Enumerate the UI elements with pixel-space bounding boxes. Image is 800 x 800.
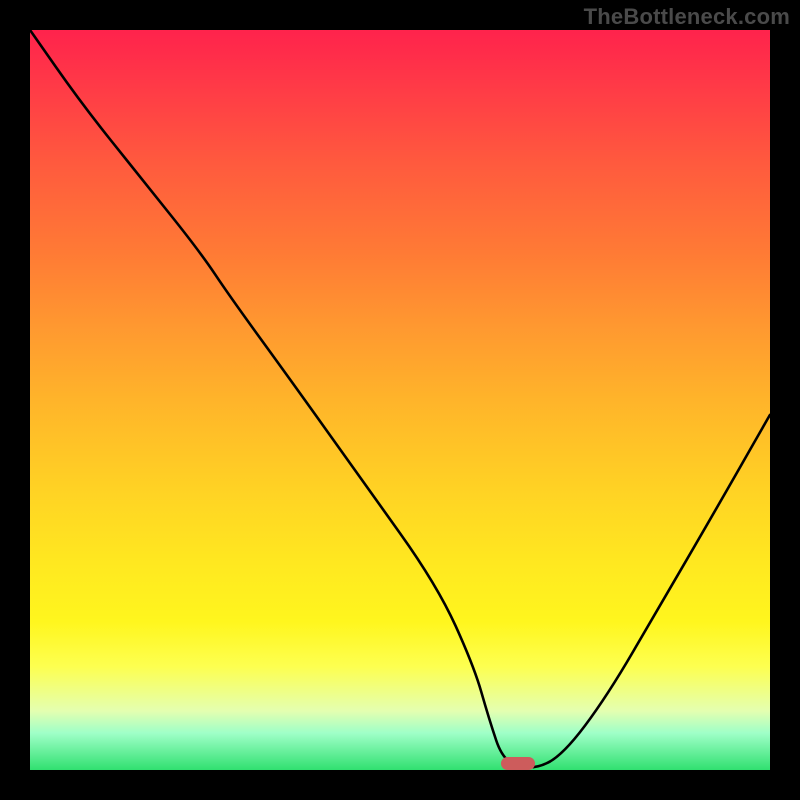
- plot-area: [30, 30, 770, 770]
- optimum-marker: [501, 757, 535, 770]
- bottleneck-curve: [30, 30, 770, 770]
- curve-path: [30, 30, 770, 768]
- watermark-text: TheBottleneck.com: [584, 4, 790, 30]
- chart-frame: TheBottleneck.com: [0, 0, 800, 800]
